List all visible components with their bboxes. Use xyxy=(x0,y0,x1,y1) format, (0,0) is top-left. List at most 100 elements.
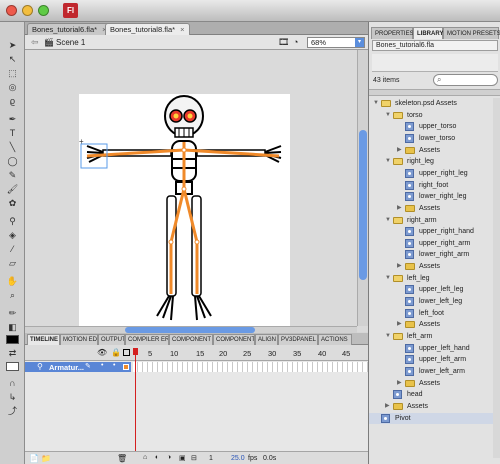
line-tool-icon[interactable]: ╲ xyxy=(5,142,20,152)
back-arrow-icon[interactable]: ⇦ xyxy=(31,37,39,48)
chevron-down-icon[interactable]: ▼ xyxy=(385,215,391,226)
frame-rate-value[interactable]: 25.0 xyxy=(231,455,245,462)
3d-rotation-tool-icon[interactable]: ◎ xyxy=(5,82,20,92)
bone-armature[interactable] xyxy=(86,142,280,294)
library-item-row[interactable]: lower_left_arm xyxy=(369,366,500,377)
chevron-down-icon[interactable]: ▼ xyxy=(373,98,379,109)
library-item-row[interactable]: lower_left_leg xyxy=(369,296,500,307)
library-document-select[interactable]: Bones_tutorial6.fla xyxy=(372,40,498,51)
layer-visible-dot[interactable]: • xyxy=(101,362,103,369)
library-folder-row[interactable]: ▼ left_arm xyxy=(369,331,500,342)
library-folder-row[interactable]: ▶ Assets xyxy=(369,401,500,412)
lock-icon[interactable]: 🔒 xyxy=(111,348,121,357)
rectangle-tool-icon[interactable]: ◯ xyxy=(5,156,20,166)
chevron-right-icon[interactable]: ▶ xyxy=(385,401,390,412)
library-scrollbar[interactable] xyxy=(493,98,500,458)
center-frame-icon[interactable]: ⌂ xyxy=(143,454,147,461)
tab-motion-presets[interactable]: MOTION PRESETS xyxy=(443,27,500,39)
library-item-row[interactable]: upper_torso xyxy=(369,121,500,132)
onion-skin-icon[interactable]: ◐ xyxy=(155,454,159,461)
library-item-row[interactable]: Pivot xyxy=(369,412,500,424)
tab-motion-editor[interactable]: MOTION EDIT xyxy=(60,334,98,345)
zoom-tool-icon[interactable]: ⌕ xyxy=(5,290,20,300)
new-layer-icon[interactable]: 📄 xyxy=(29,454,39,463)
hand-tool-icon[interactable]: ✋ xyxy=(5,276,20,286)
legs[interactable] xyxy=(156,195,212,321)
edit-scene-icon[interactable]: 🎞 xyxy=(278,37,289,48)
library-folder-row[interactable]: ▼ right_leg xyxy=(369,156,500,167)
stage-horizontal-scrollbar[interactable] xyxy=(25,326,357,333)
new-folder-icon[interactable]: 📁 xyxy=(41,454,51,463)
lasso-tool-icon[interactable]: ϱ xyxy=(5,96,20,106)
stroke-color-swatch[interactable] xyxy=(6,335,19,344)
library-item-row[interactable]: upper_left_hand xyxy=(369,343,500,354)
close-tab-icon[interactable]: × xyxy=(180,25,184,34)
tab-actions[interactable]: ACTIONS xyxy=(318,334,352,345)
library-folder-row[interactable]: ▶ Assets xyxy=(369,261,500,272)
deco-tool-icon[interactable]: ✿ xyxy=(5,198,20,208)
library-folder-row[interactable]: ▶ Assets xyxy=(369,203,500,214)
vertical-scroll-thumb[interactable] xyxy=(359,130,367,280)
library-folder-row[interactable]: ▼ left_leg xyxy=(369,273,500,284)
outline-icon[interactable] xyxy=(123,349,130,356)
stroke-color-icon[interactable]: ✏ xyxy=(5,308,20,318)
tab-output[interactable]: OUTPUT xyxy=(98,334,125,345)
text-tool-icon[interactable]: T xyxy=(5,128,20,138)
doc-tab-bones-tutorial6[interactable]: Bones_tutorial6.fla* × xyxy=(27,23,112,35)
library-folder-row[interactable]: ▶ Assets xyxy=(369,145,500,156)
eraser-tool-icon[interactable]: ▱ xyxy=(5,258,20,268)
tab-timeline[interactable]: TIMELINE xyxy=(27,334,60,345)
minimize-window-button[interactable] xyxy=(22,5,33,16)
subselection-tool-icon[interactable]: ↖ xyxy=(5,54,20,64)
chevron-right-icon[interactable]: ▶ xyxy=(397,378,402,389)
chevron-down-icon[interactable]: ▼ xyxy=(385,156,391,167)
tab-pv3dpanel[interactable]: PV3DPANEL xyxy=(278,334,318,345)
library-search-input[interactable]: ⌕ xyxy=(433,74,498,86)
fill-color-icon[interactable]: ◧ xyxy=(5,322,20,332)
chevron-down-icon[interactable]: ▼ xyxy=(385,331,391,342)
layer-lock-dot[interactable]: • xyxy=(113,362,115,369)
library-folder-row[interactable]: ▶ Assets xyxy=(369,319,500,330)
tab-align[interactable]: ALIGN xyxy=(255,334,278,345)
chevron-right-icon[interactable]: ▶ xyxy=(397,145,402,156)
library-folder-row[interactable]: ▼ torso xyxy=(369,110,500,121)
library-folder-row[interactable]: ▶ Assets xyxy=(369,378,500,389)
tab-compiler-errors[interactable]: COMPILER ERE xyxy=(125,334,169,345)
playhead[interactable] xyxy=(133,348,138,464)
onion-outline-icon[interactable]: ◑ xyxy=(167,454,171,461)
fill-color-swatch[interactable] xyxy=(6,362,19,371)
zoom-window-button[interactable] xyxy=(38,5,49,16)
paint-bucket-tool-icon[interactable]: ◈ xyxy=(5,230,20,240)
onion-markers-icon[interactable]: ⊟ xyxy=(191,454,197,462)
scene-label[interactable]: Scene 1 xyxy=(56,38,85,47)
bone-tool-icon[interactable]: ⚲ xyxy=(5,216,20,226)
close-window-button[interactable] xyxy=(6,5,17,16)
smooth-option-icon[interactable]: ↳ xyxy=(5,392,20,402)
skeleton-artwork[interactable]: + xyxy=(79,94,290,327)
chevron-right-icon[interactable]: ▶ xyxy=(397,203,402,214)
library-folder-row[interactable]: ▼ skeleton.psd Assets xyxy=(369,98,500,109)
edit-multiple-icon[interactable]: ▣ xyxy=(179,454,186,462)
selection-tool-icon[interactable]: ➤ xyxy=(5,40,20,50)
stage-canvas[interactable]: + xyxy=(79,94,290,327)
snap-magnet-icon[interactable]: ∩ xyxy=(5,378,20,388)
library-item-row[interactable]: left_foot xyxy=(369,308,500,319)
edit-symbol-icon[interactable]: ◔ xyxy=(293,37,298,47)
library-folder-row[interactable]: ▼ right_arm xyxy=(369,215,500,226)
tab-components[interactable]: COMPONENTS xyxy=(213,334,255,345)
swap-colors-icon[interactable]: ⇄ xyxy=(5,348,20,358)
skull[interactable] xyxy=(164,95,204,138)
library-item-row[interactable]: upper_left_leg xyxy=(369,284,500,295)
straighten-option-icon[interactable]: ⤴ xyxy=(5,406,20,416)
layer-row[interactable]: ⚲ Armatur... ✎ • • xyxy=(25,362,131,372)
chevron-down-icon[interactable]: ▼ xyxy=(385,110,391,121)
tab-component-inspector[interactable]: COMPONENT I xyxy=(169,334,213,345)
library-item-row[interactable]: upper_left_arm xyxy=(369,354,500,365)
stage-vertical-scrollbar[interactable] xyxy=(357,50,368,326)
eye-icon[interactable]: 👁 xyxy=(97,348,107,357)
layer-outline-box[interactable] xyxy=(123,364,129,370)
tab-properties[interactable]: PROPERTIES xyxy=(371,27,414,39)
pen-tool-icon[interactable]: ✒ xyxy=(5,114,20,124)
delete-layer-icon[interactable]: 🗑 xyxy=(117,454,127,463)
library-item-row[interactable]: right_foot xyxy=(369,180,500,191)
